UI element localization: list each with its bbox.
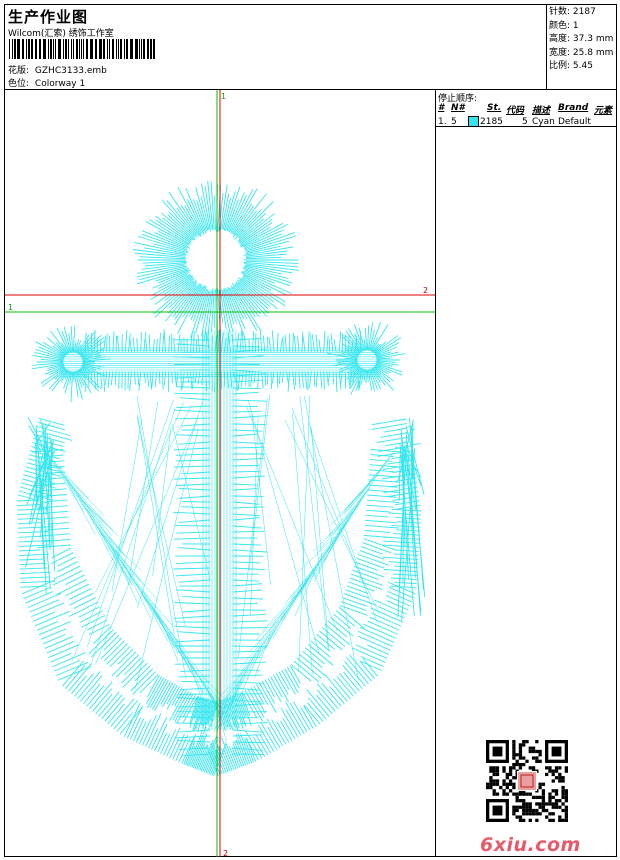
column-header-code: 代码	[506, 106, 525, 116]
row-needle: 5	[451, 117, 457, 127]
column-header-brand: Brand	[558, 103, 589, 113]
colorway-value: Colorway 1	[34, 79, 86, 89]
stop-sequence-panel: 停止顺序: # N# St. 代码 描述 Brand 元素 1. 5 2185 …	[436, 90, 617, 857]
barcode	[9, 39, 155, 59]
design-stats: 针数: 2187 颜色: 1 高度: 37.3 mm 宽度: 25.8 mm 比…	[549, 6, 613, 74]
guide-marker-right: 2	[423, 286, 428, 295]
page-title: 生产作业图	[8, 8, 89, 26]
production-worksheet: 生产作业图 Wilcom(汇索) 绣饰工作室 花版: GZHC3133.emb …	[4, 4, 617, 857]
design-file-row: 花版: GZHC3133.emb	[8, 63, 107, 76]
column-header-needle: N#	[451, 103, 465, 113]
anchor-embroidery-design: 1 1 2 2	[5, 90, 435, 857]
row-brand: Default	[558, 117, 591, 127]
guide-marker-left: 1	[8, 303, 13, 312]
worksheet-header: 生产作业图 Wilcom(汇索) 绣饰工作室 花版: GZHC3133.emb …	[5, 5, 617, 90]
guide-marker-bottom: 2	[223, 849, 228, 857]
anchor-stitches	[16, 180, 426, 777]
stat-scale: 比例: 5.45	[549, 61, 593, 71]
column-header-stitches: St.	[487, 103, 502, 113]
design-file-name: GZHC3133.emb	[34, 66, 107, 76]
stat-height: 高度: 37.3 mm	[549, 34, 614, 44]
stat-colors: 颜色: 1	[549, 20, 579, 31]
watermark-logo: 6xiu.com	[480, 834, 581, 856]
design-file-label: 花版:	[8, 66, 30, 76]
thread-color-swatch	[468, 116, 479, 127]
stat-stitches: 针数: 2187	[549, 7, 596, 17]
stat-width: 宽度: 25.8 mm	[549, 47, 614, 58]
stop-sequence-table: 停止顺序: # N# St. 代码 描述 Brand 元素 1. 5 2185 …	[436, 90, 617, 127]
row-stitches: 2185	[480, 117, 503, 127]
row-index: 1.	[438, 117, 447, 127]
column-header-index: #	[438, 103, 445, 113]
colorway-label: 色位:	[8, 79, 30, 89]
guide-marker-top: 1	[221, 92, 226, 101]
column-header-element: 元素	[594, 106, 613, 116]
row-description: Cyan	[532, 117, 555, 127]
row-code: 5	[522, 117, 528, 127]
qr-code	[486, 740, 568, 822]
company-name: Wilcom(汇索) 绣饰工作室	[8, 29, 114, 39]
design-preview: 1 1 2 2	[5, 90, 436, 857]
column-header-description: 描述	[532, 106, 551, 116]
header-info: 生产作业图 Wilcom(汇索) 绣饰工作室 花版: GZHC3133.emb …	[5, 5, 547, 89]
colorway-row: 色位: Colorway 1	[8, 76, 85, 89]
